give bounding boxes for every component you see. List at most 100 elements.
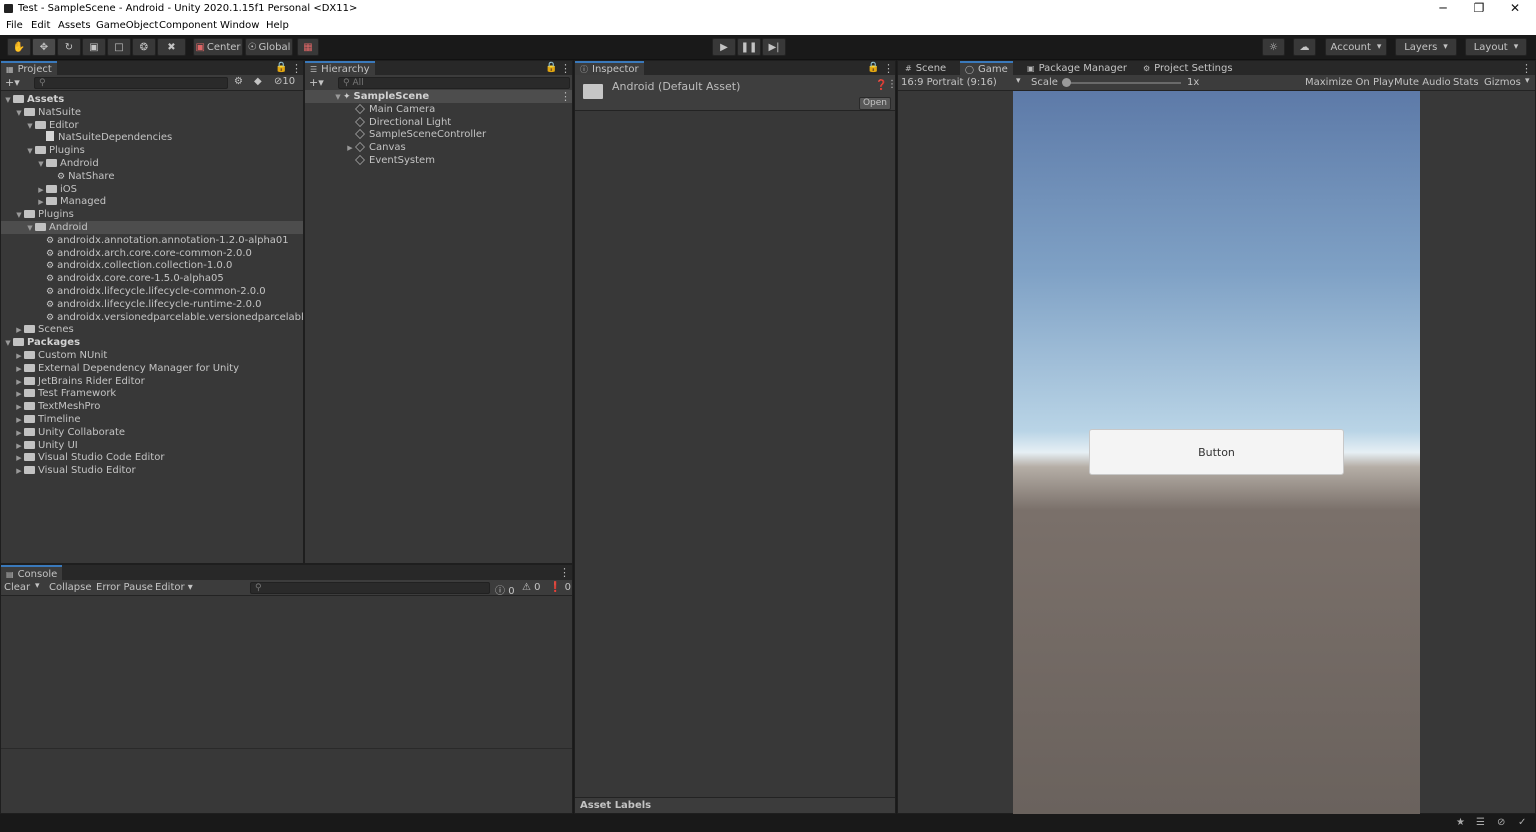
hand-tool-icon[interactable]: ✋	[7, 38, 31, 56]
scale-slider-handle[interactable]	[1062, 78, 1071, 87]
tab-console[interactable]: ▤ Console	[1, 565, 63, 580]
project-tree-item[interactable]: ▼ Assets	[1, 93, 303, 106]
clear-dropdown-icon[interactable]: ▾	[35, 581, 40, 591]
tab-project[interactable]: ▦ Project	[1, 61, 57, 75]
resolution-dropdown-icon[interactable]: ▾	[1016, 76, 1021, 86]
tab-project-settings[interactable]: ⚙ Project Settings	[1138, 61, 1238, 75]
resolution-dropdown[interactable]: 16:9 Portrait (9:16)	[901, 77, 997, 88]
help-icon[interactable]: ❓	[875, 80, 887, 91]
project-tree-item[interactable]: ▶ Visual Studio Code Editor	[1, 451, 303, 464]
warning-toggle[interactable]: ⚠ 0	[522, 582, 541, 593]
scale-slider-track[interactable]	[1066, 82, 1181, 84]
hierarchy-item[interactable]: Directional Light	[305, 116, 572, 129]
restore-icon[interactable]: ❐	[1469, 1, 1489, 15]
settings-kebab-icon[interactable]: ⋮	[887, 79, 897, 90]
project-tree-item[interactable]: ⚙ androidx.annotation.annotation-1.2.0-al…	[1, 234, 303, 247]
lock-icon[interactable]: 🔒	[545, 62, 557, 73]
grid-snap-icon[interactable]: ▦	[297, 38, 319, 56]
bug-icon[interactable]: ★	[1456, 817, 1465, 828]
menu-icon[interactable]: ⋮	[559, 566, 570, 579]
hidden-packages-icon[interactable]: ⊘10	[274, 76, 295, 87]
project-tree-item[interactable]: ⚙ androidx.versionedparcelable.versionedp…	[1, 311, 329, 324]
clear-button[interactable]: Clear	[4, 582, 30, 593]
lock-icon[interactable]: 🔒	[867, 62, 879, 73]
create-plus-icon[interactable]: +▾	[5, 76, 20, 89]
transform-tool-icon[interactable]: ❂	[132, 38, 156, 56]
gizmos-toggle[interactable]: Gizmos	[1484, 77, 1521, 88]
project-tree-item[interactable]: ▶ Visual Studio Editor	[1, 464, 303, 477]
layers-dropdown[interactable]: Layers	[1395, 38, 1457, 56]
project-tree-item[interactable]: ▶ Unity Collaborate	[1, 426, 303, 439]
tab-game[interactable]: ◯ Game	[960, 61, 1013, 75]
scene-menu-icon[interactable]: ⋮	[560, 90, 571, 103]
project-tree-item[interactable]: ▼ Android	[1, 221, 303, 234]
move-tool-icon[interactable]: ✥	[32, 38, 56, 56]
project-tree-item[interactable]: ▼ Editor	[1, 119, 303, 132]
menu-window[interactable]: Window	[220, 20, 259, 31]
hierarchy-search-input[interactable]: ⚲ All	[338, 77, 570, 89]
account-dropdown[interactable]: Account	[1325, 38, 1387, 56]
project-tree-item[interactable]: ▶ Custom NUnit	[1, 349, 303, 362]
mute-audio-toggle[interactable]: Mute Audio	[1394, 77, 1451, 88]
project-search-input[interactable]: ⚲	[34, 77, 228, 89]
pivot-center-button[interactable]: ▣ Center	[193, 38, 243, 56]
collab-icon[interactable]: ☼	[1262, 38, 1285, 56]
error-toggle[interactable]: ❗ 0	[549, 582, 571, 593]
step-button[interactable]: ▶|	[762, 38, 786, 56]
hierarchy-item[interactable]: Main Camera	[305, 103, 572, 116]
tab-scene[interactable]: # Scene	[900, 61, 951, 75]
create-plus-icon[interactable]: +▾	[309, 76, 324, 89]
menu-component[interactable]: Component	[159, 20, 217, 31]
editor-dropdown[interactable]: Editor ▾	[155, 582, 193, 593]
project-tree-item[interactable]: ⚙ androidx.core.core-1.5.0-alpha05	[1, 272, 303, 285]
gizmos-dropdown-icon[interactable]: ▾	[1525, 76, 1530, 86]
project-tree-item[interactable]: ▶ iOS	[1, 183, 303, 196]
minimize-icon[interactable]: ─	[1433, 1, 1453, 15]
pivot-global-button[interactable]: ☉ Global	[245, 38, 293, 56]
log-toggle[interactable]: ⓘ 0	[495, 582, 515, 597]
menu-gameobject[interactable]: GameObject	[96, 20, 158, 31]
game-ui-button[interactable]: Button	[1089, 429, 1344, 475]
project-tree-item[interactable]: ⚙ androidx.lifecycle.lifecycle-runtime-2.…	[1, 298, 303, 311]
project-tree-item[interactable]: ⚙ androidx.arch.core.core-common-2.0.0	[1, 247, 303, 260]
close-icon[interactable]: ✕	[1505, 1, 1525, 15]
hierarchy-item[interactable]: ▼ ✦ SampleScene	[305, 90, 572, 103]
layers-icon[interactable]: ☰	[1476, 817, 1485, 828]
network-icon[interactable]: ⊘	[1497, 817, 1505, 828]
console-splitter[interactable]	[1, 748, 572, 749]
project-tree-item[interactable]: ⚙ androidx.lifecycle.lifecycle-common-2.0…	[1, 285, 303, 298]
hierarchy-item[interactable]: ▶ Canvas	[305, 141, 572, 154]
project-tree-item[interactable]: ⚙ NatShare	[1, 170, 303, 183]
rect-tool-icon[interactable]: □	[107, 38, 131, 56]
hierarchy-item[interactable]: EventSystem	[305, 154, 572, 167]
tab-inspector[interactable]: ⓘ Inspector	[575, 61, 644, 75]
tab-hierarchy[interactable]: ☰ Hierarchy	[305, 61, 375, 75]
search-by-type-icon[interactable]: ⚙	[234, 76, 243, 87]
project-tree-item[interactable]: ▼ Android	[1, 157, 303, 170]
project-tree-item[interactable]: ▶ Unity UI	[1, 439, 303, 452]
lock-icon[interactable]: 🔒	[275, 62, 287, 73]
project-tree-item[interactable]: ▼ Plugins	[1, 144, 303, 157]
project-tree-item[interactable]: ⚙ androidx.collection.collection-1.0.0	[1, 259, 303, 272]
stats-toggle[interactable]: Stats	[1453, 77, 1479, 88]
project-tree-item[interactable]: ▼ Packages	[1, 336, 303, 349]
project-tree-item[interactable]: ▶ Scenes	[1, 323, 303, 336]
cloud-icon[interactable]: ☁	[1293, 38, 1316, 56]
custom-tool-icon[interactable]: ✖	[157, 38, 186, 56]
play-button[interactable]: ▶	[712, 38, 736, 56]
project-tree-item[interactable]: ▶ JetBrains Rider Editor	[1, 375, 303, 388]
menu-icon[interactable]: ⋮	[883, 62, 894, 75]
hierarchy-item[interactable]: SampleSceneController	[305, 128, 572, 141]
project-tree-item[interactable]: ▶ Test Framework	[1, 387, 303, 400]
project-tree-item[interactable]: ▶ TextMeshPro	[1, 400, 303, 413]
pause-button[interactable]: ❚❚	[737, 38, 761, 56]
layout-dropdown[interactable]: Layout	[1465, 38, 1527, 56]
tab-package-manager[interactable]: ▣ Package Manager	[1022, 61, 1132, 75]
menu-help[interactable]: Help	[266, 20, 289, 31]
project-tree-item[interactable]: NatSuiteDependencies	[1, 131, 303, 144]
project-tree-item[interactable]: ▶ Managed	[1, 195, 303, 208]
collapsed-arrow-icon[interactable]: ▶	[14, 465, 24, 478]
project-tree-item[interactable]: ▶ Timeline	[1, 413, 303, 426]
collapse-button[interactable]: Collapse	[49, 582, 92, 593]
menu-edit[interactable]: Edit	[31, 20, 50, 31]
